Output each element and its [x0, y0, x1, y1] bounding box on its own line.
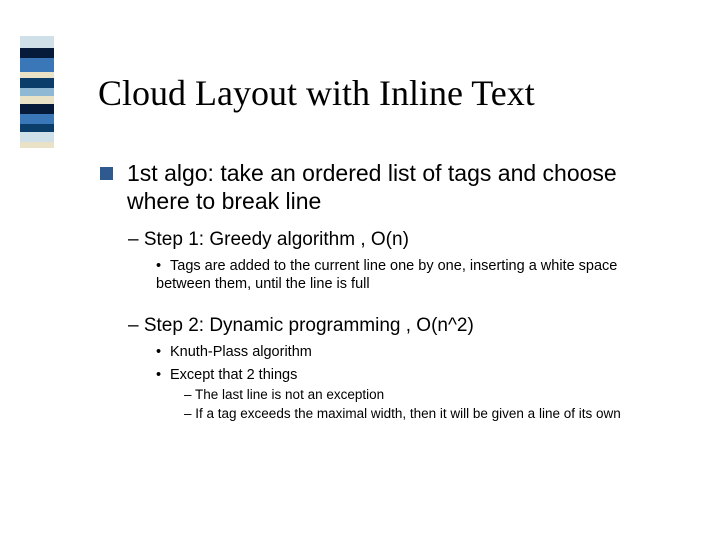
step2-subitem-text: The last line is not an exception	[195, 387, 384, 402]
slide-content: 1st algo: take an ordered list of tags a…	[100, 160, 660, 423]
bullet-level1-text: 1st algo: take an ordered list of tags a…	[127, 160, 660, 215]
step2-subitem: – If a tag exceeds the maximal width, th…	[184, 405, 660, 423]
step1-heading: – Step 1: Greedy algorithm , O(n)	[128, 229, 660, 251]
slide-title: Cloud Layout with Inline Text	[98, 72, 535, 114]
slide-decor-bar	[20, 36, 54, 148]
step2-item: •Except that 2 things	[156, 366, 660, 384]
step2-subitem: – The last line is not an exception	[184, 386, 660, 404]
step2-item-text: Knuth-Plass algorithm	[170, 344, 312, 360]
step1-item: •Tags are added to the current line one …	[156, 257, 660, 293]
step1-item-text: Tags are added to the current line one b…	[156, 258, 617, 292]
bullet-level1: 1st algo: take an ordered list of tags a…	[100, 160, 660, 215]
step2-subitem-text: If a tag exceeds the maximal width, then…	[195, 406, 620, 421]
step2-item: •Knuth-Plass algorithm	[156, 343, 660, 361]
step2-item-text: Except that 2 things	[170, 367, 297, 383]
step2-heading: – Step 2: Dynamic programming , O(n^2)	[128, 315, 660, 337]
square-bullet-icon	[100, 167, 113, 180]
